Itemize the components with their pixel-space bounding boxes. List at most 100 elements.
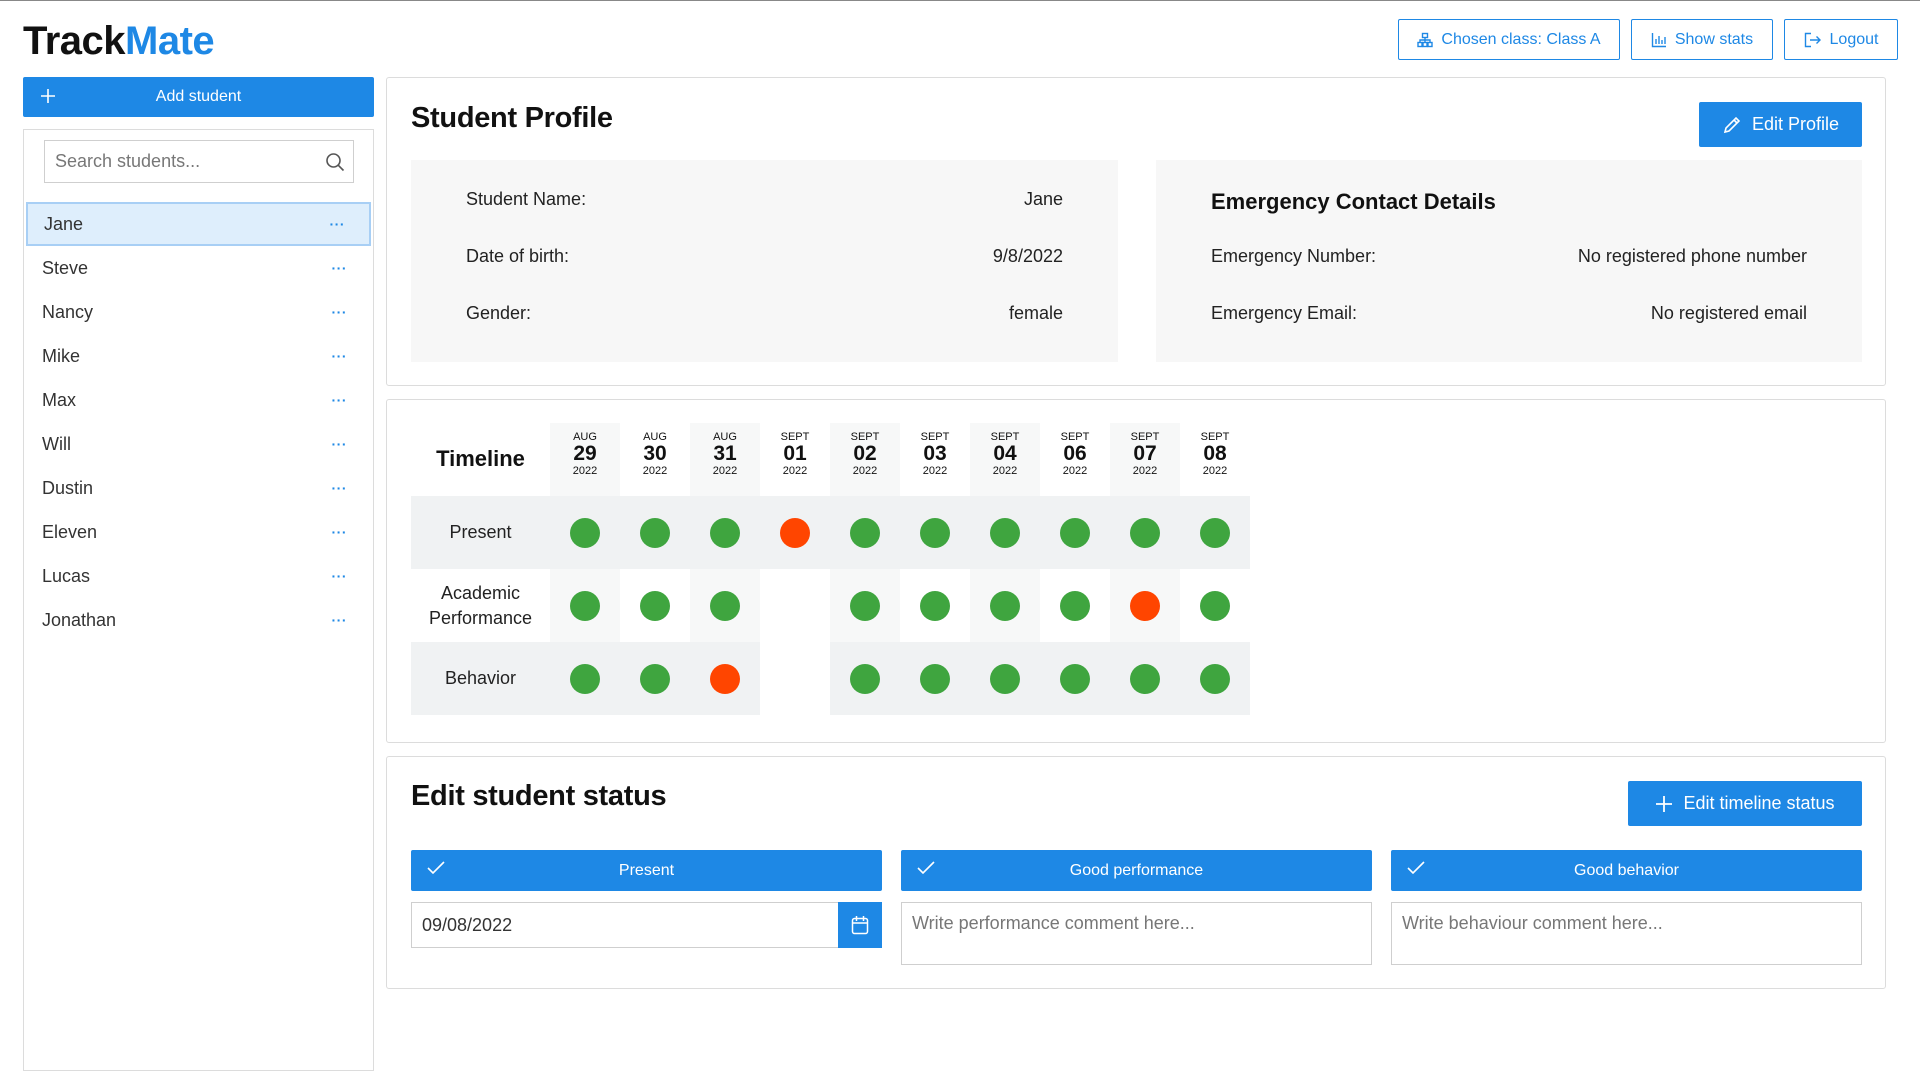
status-dot-good xyxy=(1200,517,1230,548)
status-dot-good xyxy=(570,517,600,548)
timeline-cell xyxy=(690,569,760,642)
check-icon xyxy=(427,861,445,875)
edit-timeline-status-label: Edit timeline status xyxy=(1683,793,1835,813)
edit-status-title: Edit student status xyxy=(411,780,667,812)
search-icon[interactable] xyxy=(325,152,345,172)
edit-timeline-status-button[interactable]: Edit timeline status xyxy=(1628,781,1862,826)
plus-icon xyxy=(39,87,57,105)
status-dot-good xyxy=(570,590,600,621)
date-year: 2022 xyxy=(572,465,598,477)
dob-label: Date of birth: xyxy=(466,246,570,266)
check-icon xyxy=(917,861,935,875)
good-behavior-label: Good behavior xyxy=(1574,861,1679,879)
performance-comment-input[interactable] xyxy=(912,913,1362,953)
timeline-date-header: AUG 31 2022 xyxy=(690,423,760,496)
student-item-lucas[interactable]: Lucas ··· xyxy=(26,554,371,598)
show-stats-button[interactable]: Show stats xyxy=(1631,19,1773,60)
timeline-cell xyxy=(970,642,1040,715)
more-options-icon[interactable]: ··· xyxy=(332,524,348,540)
student-item-will[interactable]: Will ··· xyxy=(26,422,371,466)
more-options-icon[interactable]: ··· xyxy=(332,348,348,364)
good-performance-toggle[interactable]: Good performance xyxy=(901,850,1372,891)
more-options-icon[interactable]: ··· xyxy=(332,480,348,496)
logout-button[interactable]: Logout xyxy=(1784,19,1898,60)
more-options-icon[interactable]: ··· xyxy=(332,260,348,276)
student-item-max[interactable]: Max ··· xyxy=(26,378,371,422)
profile-title: Student Profile xyxy=(411,102,613,134)
date-year: 2022 xyxy=(642,465,668,477)
edit-profile-button[interactable]: Edit Profile xyxy=(1699,102,1862,147)
timeline-cell xyxy=(970,496,1040,569)
timeline-cell xyxy=(1110,569,1180,642)
add-student-button[interactable]: Add student xyxy=(23,77,374,117)
date-picker xyxy=(411,902,882,948)
calendar-icon xyxy=(851,915,869,935)
present-toggle-label: Present xyxy=(618,861,675,879)
more-options-icon[interactable]: ··· xyxy=(330,216,346,232)
timeline-cell xyxy=(1110,496,1180,569)
student-item-mike[interactable]: Mike ··· xyxy=(26,334,371,378)
timeline-cell xyxy=(550,569,620,642)
timeline-cell xyxy=(550,496,620,569)
status-dot-good xyxy=(710,590,740,621)
student-item-eleven[interactable]: Eleven ··· xyxy=(26,510,371,554)
status-dot-bad xyxy=(780,517,810,548)
student-info-box: Student Name: Jane Date of birth: 9/8/20… xyxy=(411,160,1118,362)
timeline-date-header: SEPT 07 2022 xyxy=(1110,423,1180,496)
chosen-class-button[interactable]: Chosen class: Class A xyxy=(1398,19,1620,60)
student-item-nancy[interactable]: Nancy ··· xyxy=(26,290,371,334)
good-behavior-toggle[interactable]: Good behavior xyxy=(1391,850,1862,891)
student-item-jane[interactable]: Jane ··· xyxy=(26,202,371,246)
app-logo: TrackMate xyxy=(23,19,215,64)
logout-icon xyxy=(1804,32,1822,48)
timeline-date-header: AUG 30 2022 xyxy=(620,423,690,496)
more-options-icon[interactable]: ··· xyxy=(332,304,348,320)
date-day: 29 xyxy=(573,442,597,465)
timeline-grid: Timeline AUG 29 2022 AUG 30 2022 AUG 31 2022 SEPT… xyxy=(411,423,1259,721)
present-toggle[interactable]: Present xyxy=(411,850,882,891)
status-dot-bad xyxy=(1130,590,1160,621)
student-name: Mike xyxy=(42,345,81,366)
timeline-cell xyxy=(620,642,690,715)
row-label-text: Academic Performance xyxy=(428,582,533,628)
status-dot-good xyxy=(1060,663,1090,694)
behaviour-comment-input[interactable] xyxy=(1402,913,1852,953)
status-dot-good xyxy=(1130,663,1160,694)
search-box xyxy=(44,140,354,183)
sitemap-icon xyxy=(1417,32,1434,48)
student-name: Max xyxy=(42,389,77,410)
date-input[interactable] xyxy=(422,915,822,936)
more-options-icon[interactable]: ··· xyxy=(332,436,348,452)
logo-accent-text: Mate xyxy=(125,19,215,63)
good-performance-label: Good performance xyxy=(1069,861,1204,879)
chosen-class-label: Chosen class: Class A xyxy=(1441,30,1601,48)
status-dot-good xyxy=(640,590,670,621)
timeline-cell xyxy=(760,642,830,715)
emergency-email-label: Emergency Email: xyxy=(1211,303,1358,323)
student-item-steve[interactable]: Steve ··· xyxy=(26,246,371,290)
timeline-row-label: Present xyxy=(411,496,550,569)
status-dot-good xyxy=(640,517,670,548)
status-dot-good xyxy=(1200,590,1230,621)
student-item-jonathan[interactable]: Jonathan ··· xyxy=(26,598,371,642)
timeline-row-label: Behavior xyxy=(411,642,550,715)
student-item-dustin[interactable]: Dustin ··· xyxy=(26,466,371,510)
student-name: Nancy xyxy=(42,301,94,322)
student-list-panel: Jane ··· Steve ··· Nancy ··· Mike ··· Max ···… xyxy=(23,129,374,1071)
timeline-title: Timeline xyxy=(436,446,525,471)
more-options-icon[interactable]: ··· xyxy=(332,392,348,408)
status-dot-good xyxy=(710,517,740,548)
student-list: Jane ··· Steve ··· Nancy ··· Mike ··· Max ···… xyxy=(26,202,371,642)
timeline-cell xyxy=(830,569,900,642)
add-student-label: Add student xyxy=(155,88,242,105)
more-options-icon[interactable]: ··· xyxy=(332,612,348,628)
emergency-number-label: Emergency Number: xyxy=(1211,246,1377,266)
search-input[interactable] xyxy=(55,151,315,172)
date-year: 2022 xyxy=(922,465,948,477)
timeline-date-header: SEPT 06 2022 xyxy=(1040,423,1110,496)
timeline-card: Timeline AUG 29 2022 AUG 30 2022 AUG 31 2022 SEPT… xyxy=(386,399,1886,743)
calendar-button[interactable] xyxy=(838,902,882,948)
emergency-email-value: No registered email xyxy=(1650,303,1807,323)
date-day: 08 xyxy=(1203,442,1227,465)
more-options-icon[interactable]: ··· xyxy=(332,568,348,584)
